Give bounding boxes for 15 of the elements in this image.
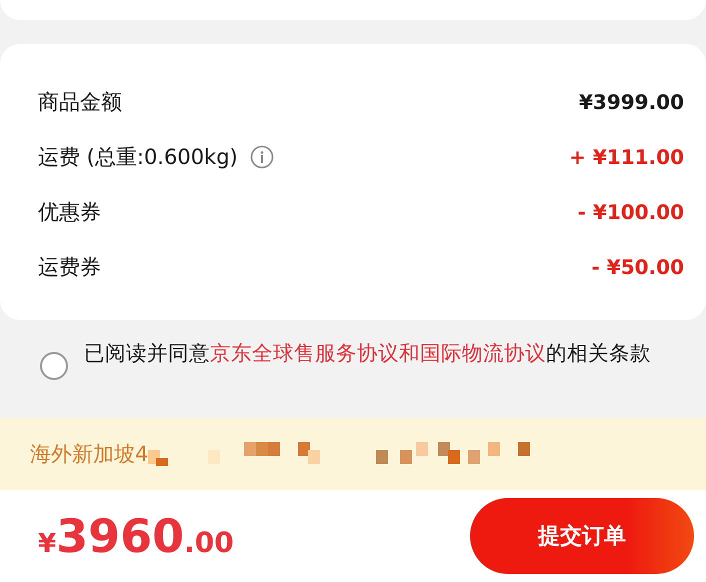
fee-amount: + ¥111.00 (569, 144, 684, 168)
agreement-link[interactable]: 京东全球售服务协议和国际物流协议 (210, 341, 546, 365)
fee-label: 优惠券 (38, 198, 101, 226)
agreement-text: 已阅读并同意京东全球售服务协议和国际物流协议的相关条款 (84, 340, 651, 367)
fee-label: 运费券 (38, 254, 101, 280)
fee-label: 商品金额 (38, 88, 122, 116)
submit-order-button[interactable]: 提交订单 (470, 498, 694, 574)
fee-amount: - ¥50.00 (592, 254, 684, 278)
fee-amount: ¥3999.00 (578, 90, 684, 114)
total-price: ¥3960.00 (38, 509, 234, 563)
agree-radio[interactable] (40, 352, 68, 380)
fee-amount: - ¥100.00 (578, 200, 684, 224)
fee-label: 运费 (总重:0.600kg) (38, 144, 238, 170)
address-text: 海外新加坡4 (30, 441, 148, 468)
info-icon[interactable] (250, 144, 274, 168)
